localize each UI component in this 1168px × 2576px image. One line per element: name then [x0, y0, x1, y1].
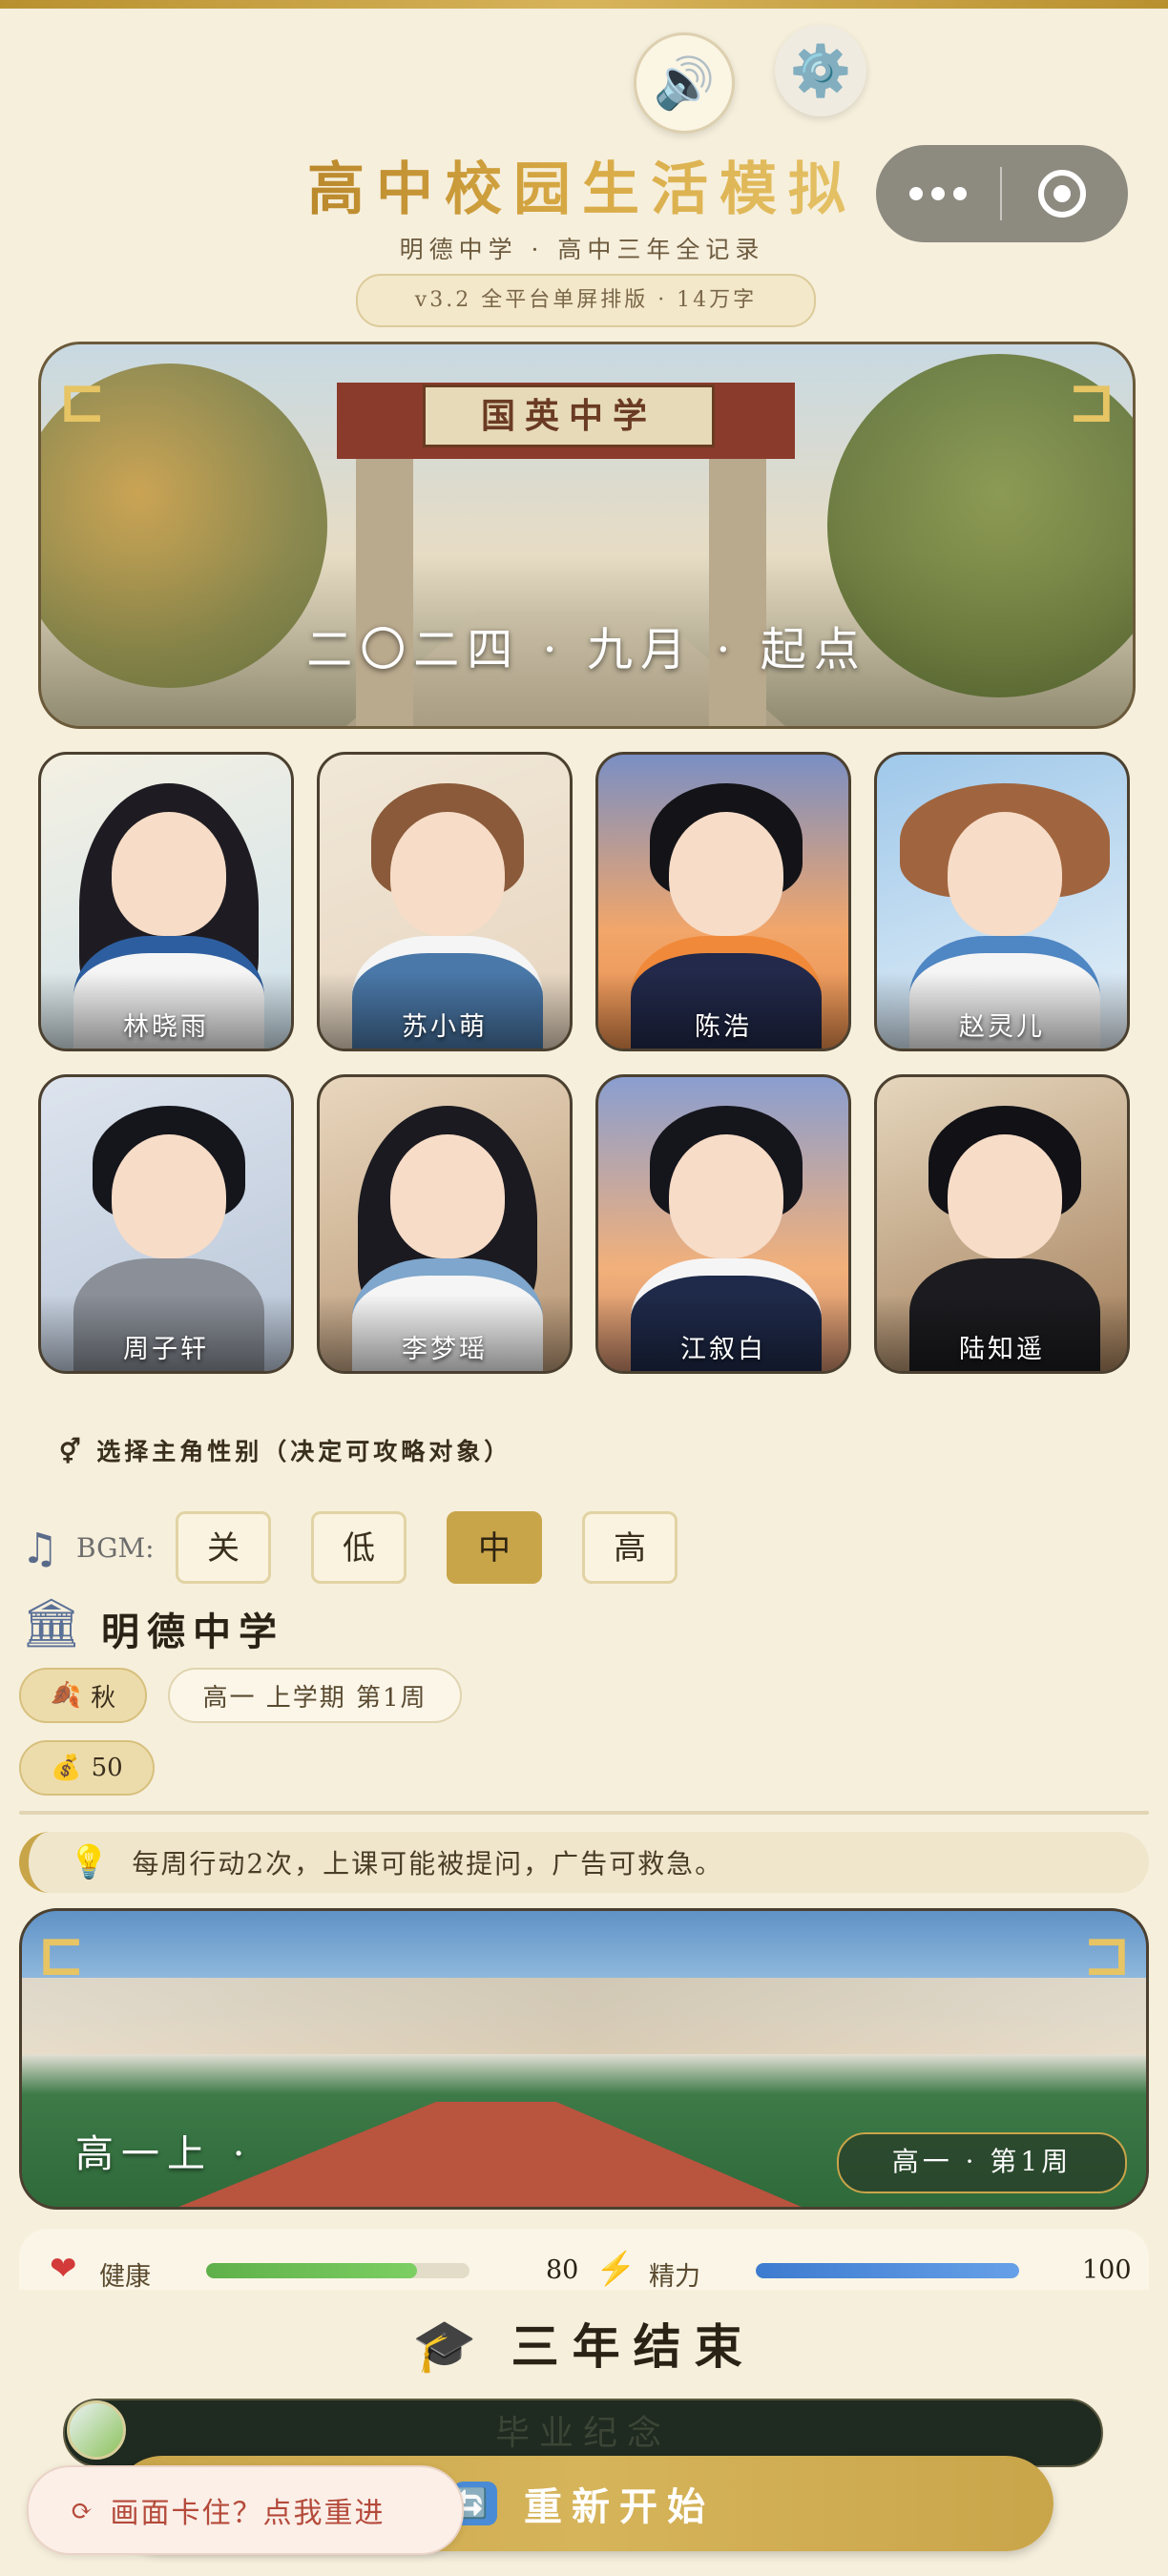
- corner-ornament-right-icon: ⊐: [1067, 369, 1116, 436]
- section-divider: [19, 1811, 1149, 1815]
- season-badge: 🍂 秋: [19, 1668, 147, 1723]
- character-face: [948, 812, 1062, 936]
- character-card[interactable]: 陈浩: [595, 752, 851, 1051]
- capsule-divider: [1000, 167, 1002, 220]
- character-name: 陈浩: [695, 1012, 752, 1042]
- character-card[interactable]: 陆知遥: [874, 1074, 1130, 1374]
- app-subtitle: 明德中学 · 高中三年全记录: [399, 236, 765, 263]
- ending-title-text: 三年结束: [511, 2318, 756, 2375]
- season-text: 秋: [91, 1683, 116, 1713]
- character-name: 李梦瑶: [402, 1335, 488, 1364]
- health-bar: [206, 2263, 469, 2278]
- stats-panel: ❤ 健康 80 ⚡ 精力 100: [19, 2229, 1149, 2296]
- character-face: [669, 812, 783, 936]
- settings-button[interactable]: ⚙️: [775, 25, 866, 116]
- graduation-cap-icon: 🎓: [412, 2315, 490, 2376]
- close-capsule-button[interactable]: [1038, 170, 1086, 218]
- money-value: 50: [91, 1754, 123, 1782]
- character-card[interactable]: 李梦瑶: [317, 1074, 573, 1374]
- maple-leaf-icon: 🍂: [50, 1681, 82, 1710]
- gender-prompt[interactable]: ⚥ 选择主角性别（决定可攻略对象）: [59, 1433, 511, 1467]
- character-face: [669, 1134, 783, 1258]
- energy-value: 100: [1082, 2255, 1132, 2285]
- mini-program-capsule: [876, 145, 1128, 242]
- school-gate-sign: 国英中学: [423, 384, 715, 447]
- health-value: 80: [546, 2255, 579, 2285]
- character-face: [112, 1134, 226, 1258]
- school-name: 明德中学: [101, 1610, 284, 1654]
- heart-icon: ❤: [50, 2250, 77, 2288]
- running-track: [156, 2102, 824, 2207]
- lightbulb-icon: 💡: [69, 1843, 112, 1881]
- bgm-mid-button[interactable]: 中: [447, 1511, 542, 1584]
- tip-text: 每周行动2次，上课可能被提问，广告可救急。: [132, 1848, 724, 1880]
- school-building-icon: 🏛: [21, 1595, 82, 1651]
- term-badge: 高一 上学期 第1周: [168, 1668, 462, 1723]
- bgm-high-button[interactable]: 高: [582, 1511, 678, 1584]
- corner-ornament-left-icon: ⊏: [58, 369, 107, 436]
- app-title: 高中校园生活模拟: [286, 143, 878, 226]
- campus-scene: ⊏ ⊐ 高一上 · 高一 · 第1周: [19, 1908, 1149, 2210]
- ending-title: 🎓 三年结束: [0, 2309, 1168, 2378]
- semester-label: 高一上 ·: [75, 2132, 253, 2176]
- character-card[interactable]: 周子轩: [38, 1074, 294, 1374]
- character-card[interactable]: 林晓雨: [38, 752, 294, 1051]
- character-card[interactable]: 赵灵儿: [874, 752, 1130, 1051]
- refresh-icon: ⟳: [71, 2494, 95, 2526]
- character-face: [948, 1134, 1062, 1258]
- character-name: 陆知遥: [959, 1335, 1045, 1364]
- character-name: 赵灵儿: [959, 1012, 1045, 1042]
- character-name: 苏小萌: [402, 1012, 488, 1042]
- gear-icon: ⚙️: [789, 42, 852, 100]
- bgm-low-button[interactable]: 低: [311, 1511, 407, 1584]
- hero-caption: 二〇二四 · 九月 · 起点: [306, 623, 867, 676]
- health-label: 健康: [99, 2262, 151, 2292]
- hero-banner: 国英中学 ⊏ ⊐ 二〇二四 · 九月 · 起点: [38, 342, 1136, 729]
- energy-bar: [756, 2263, 1019, 2278]
- character-face: [390, 1134, 505, 1258]
- money-badge: 💰 50: [19, 1740, 155, 1796]
- reload-button[interactable]: ⟳ 画面卡住？点我重进: [27, 2465, 464, 2555]
- health-bar-fill: [206, 2263, 417, 2278]
- version-badge: v3.2 全平台单屏排版 · 14万字: [356, 274, 816, 327]
- speaker-icon: 🔊: [653, 54, 716, 113]
- character-card[interactable]: 江叙白: [595, 1074, 851, 1374]
- corner-ornament-right-icon: ⊐: [1082, 1922, 1131, 1989]
- bgm-label: BGM:: [76, 1532, 155, 1564]
- memorial-thumbnail: [67, 2400, 126, 2460]
- character-face: [390, 812, 505, 936]
- energy-label: 精力: [649, 2262, 700, 2292]
- money-bag-icon: 💰: [51, 1754, 82, 1782]
- character-card[interactable]: 苏小萌: [317, 752, 573, 1051]
- restart-label: 重新开始: [524, 2484, 715, 2529]
- more-menu-button[interactable]: [876, 187, 1000, 200]
- week-badge: 高一 · 第1周: [837, 2132, 1127, 2193]
- sound-button[interactable]: 🔊: [634, 32, 735, 134]
- character-name: 江叙白: [680, 1335, 766, 1364]
- bgm-off-button[interactable]: 关: [176, 1511, 271, 1584]
- corner-ornament-left-icon: ⊏: [37, 1922, 86, 1989]
- music-note-icon: ♫: [21, 1525, 59, 1573]
- energy-bar-fill: [756, 2263, 1019, 2278]
- school-building: [22, 1978, 1146, 2054]
- character-name: 周子轩: [123, 1335, 209, 1364]
- reload-label: 画面卡住？点我重进: [110, 2497, 386, 2530]
- tip-banner: 💡 每周行动2次，上课可能被提问，广告可救急。: [19, 1832, 1149, 1893]
- lightning-icon: ⚡: [595, 2250, 636, 2288]
- character-name: 林晓雨: [123, 1012, 209, 1042]
- character-face: [112, 812, 226, 936]
- top-accent-bar: [0, 0, 1168, 9]
